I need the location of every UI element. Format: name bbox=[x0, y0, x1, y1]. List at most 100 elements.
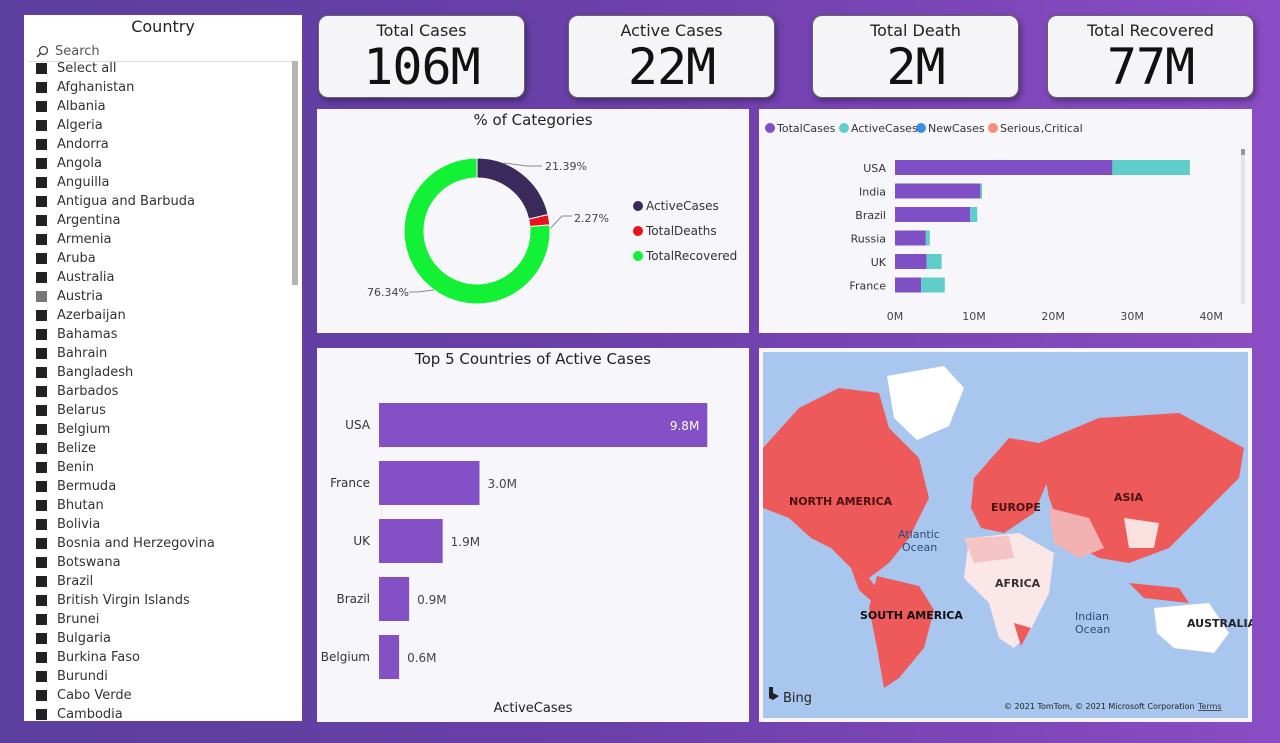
checkbox[interactable] bbox=[36, 234, 47, 245]
country-item[interactable]: Armenia bbox=[24, 230, 302, 249]
checkbox[interactable] bbox=[36, 63, 47, 74]
country-item[interactable]: Argentina bbox=[24, 211, 302, 230]
checkbox[interactable] bbox=[36, 538, 47, 549]
checkbox[interactable] bbox=[36, 519, 47, 530]
slicer-scrollbar[interactable] bbox=[292, 61, 298, 285]
country-item[interactable]: Australia bbox=[24, 268, 302, 287]
country-item[interactable]: Bolivia bbox=[24, 515, 302, 534]
country-item[interactable]: Andorra bbox=[24, 135, 302, 154]
checkbox[interactable] bbox=[36, 215, 47, 226]
checkbox[interactable] bbox=[36, 709, 47, 720]
bar-totalcases[interactable] bbox=[895, 254, 927, 269]
checkbox[interactable] bbox=[36, 310, 47, 321]
checkbox[interactable] bbox=[36, 424, 47, 435]
country-item[interactable]: British Virgin Islands bbox=[24, 591, 302, 610]
country-item[interactable]: Belgium bbox=[24, 420, 302, 439]
checkbox[interactable] bbox=[36, 329, 47, 340]
bar-totalcases[interactable] bbox=[895, 207, 971, 222]
country-item[interactable]: Barbados bbox=[24, 382, 302, 401]
bar-totalcases[interactable] bbox=[895, 277, 922, 293]
legend-item[interactable]: TotalDeaths bbox=[645, 224, 717, 238]
bar-totalcases[interactable] bbox=[895, 183, 981, 199]
country-item[interactable]: Albania bbox=[24, 97, 302, 116]
bar-totalcases[interactable] bbox=[895, 160, 1113, 175]
legend-item[interactable]: Serious,Critical bbox=[1000, 122, 1083, 135]
country-item[interactable]: Cabo Verde bbox=[24, 686, 302, 705]
country-item[interactable]: Cambodia bbox=[24, 705, 302, 721]
country-item[interactable]: Antigua and Barbuda bbox=[24, 192, 302, 211]
bar-activecases[interactable] bbox=[925, 230, 930, 246]
country-item[interactable]: Belize bbox=[24, 439, 302, 458]
bar-brazil[interactable] bbox=[379, 577, 410, 621]
checkbox[interactable] bbox=[36, 158, 47, 169]
checkbox[interactable] bbox=[36, 367, 47, 378]
country-item[interactable]: Brazil bbox=[24, 572, 302, 591]
country-item[interactable]: Bahrain bbox=[24, 344, 302, 363]
search-input[interactable]: Search bbox=[55, 44, 100, 59]
country-item[interactable]: Benin bbox=[24, 458, 302, 477]
bar-france[interactable] bbox=[379, 461, 480, 505]
checkbox[interactable] bbox=[36, 614, 47, 625]
country-item[interactable]: Austria bbox=[24, 287, 302, 306]
checkbox[interactable] bbox=[36, 196, 47, 207]
bar-activecases[interactable] bbox=[926, 254, 942, 269]
checkbox[interactable] bbox=[36, 690, 47, 701]
checkbox[interactable] bbox=[36, 500, 47, 511]
checkbox[interactable] bbox=[36, 272, 47, 283]
checkbox[interactable] bbox=[36, 557, 47, 568]
country-item[interactable]: Burundi bbox=[24, 667, 302, 686]
chart-scrollbar[interactable] bbox=[1241, 149, 1245, 304]
checkbox[interactable] bbox=[36, 576, 47, 587]
country-item[interactable]: Bangladesh bbox=[24, 363, 302, 382]
legend-item[interactable]: TotalCases bbox=[776, 122, 836, 135]
checkbox[interactable] bbox=[36, 101, 47, 112]
checkbox[interactable] bbox=[36, 595, 47, 606]
checkbox[interactable] bbox=[36, 462, 47, 473]
checkbox[interactable] bbox=[36, 291, 47, 302]
bar-totalcases[interactable] bbox=[895, 230, 926, 246]
country-item[interactable]: Brunei bbox=[24, 610, 302, 629]
checkbox[interactable] bbox=[36, 82, 47, 93]
legend-item[interactable]: NewCases bbox=[928, 122, 985, 135]
checkbox[interactable] bbox=[36, 348, 47, 359]
bar-activecases[interactable] bbox=[970, 207, 978, 222]
checkbox[interactable] bbox=[36, 139, 47, 150]
bar-activecases[interactable] bbox=[1112, 160, 1190, 175]
checkbox[interactable] bbox=[36, 120, 47, 131]
checkbox[interactable] bbox=[36, 633, 47, 644]
legend-item[interactable]: TotalRecovered bbox=[645, 249, 737, 263]
country-item[interactable]: Azerbaijan bbox=[24, 306, 302, 325]
chart-scrollbar-thumb[interactable] bbox=[1241, 149, 1245, 155]
country-item[interactable]: Afghanistan bbox=[24, 78, 302, 97]
bar-belgium[interactable] bbox=[379, 635, 400, 679]
country-item[interactable]: Botswana bbox=[24, 553, 302, 572]
bar-uk[interactable] bbox=[379, 519, 443, 563]
country-item[interactable]: Anguilla bbox=[24, 173, 302, 192]
checkbox[interactable] bbox=[36, 652, 47, 663]
country-item[interactable]: Algeria bbox=[24, 116, 302, 135]
country-item[interactable]: Aruba bbox=[24, 249, 302, 268]
country-item[interactable]: Bermuda bbox=[24, 477, 302, 496]
checkbox[interactable] bbox=[36, 443, 47, 454]
country-item[interactable]: Burkina Faso bbox=[24, 648, 302, 667]
country-item[interactable]: Bhutan bbox=[24, 496, 302, 515]
checkbox[interactable] bbox=[36, 177, 47, 188]
select-all-item[interactable]: Select all bbox=[24, 59, 302, 78]
checkbox[interactable] bbox=[36, 405, 47, 416]
map-terms-link[interactable]: Terms bbox=[1197, 702, 1222, 711]
country-item[interactable]: Bosnia and Herzegovina bbox=[24, 534, 302, 553]
country-item[interactable]: Belarus bbox=[24, 401, 302, 420]
checkbox[interactable] bbox=[36, 253, 47, 264]
checkbox[interactable] bbox=[36, 671, 47, 682]
country-item[interactable]: Bahamas bbox=[24, 325, 302, 344]
checkbox[interactable] bbox=[36, 481, 47, 492]
country-item[interactable]: Angola bbox=[24, 154, 302, 173]
checkbox[interactable] bbox=[36, 386, 47, 397]
legend-item[interactable]: ActiveCases bbox=[646, 199, 719, 213]
bar-activecases[interactable] bbox=[980, 183, 982, 199]
country-item[interactable]: Bulgaria bbox=[24, 629, 302, 648]
legend-item[interactable]: ActiveCases bbox=[851, 122, 918, 135]
donut-slice-activecases[interactable] bbox=[476, 157, 549, 220]
world-map[interactable]: NORTH AMERICA EUROPE ASIA AFRICA SOUTH A… bbox=[759, 348, 1252, 722]
bar-usa[interactable] bbox=[379, 403, 708, 447]
